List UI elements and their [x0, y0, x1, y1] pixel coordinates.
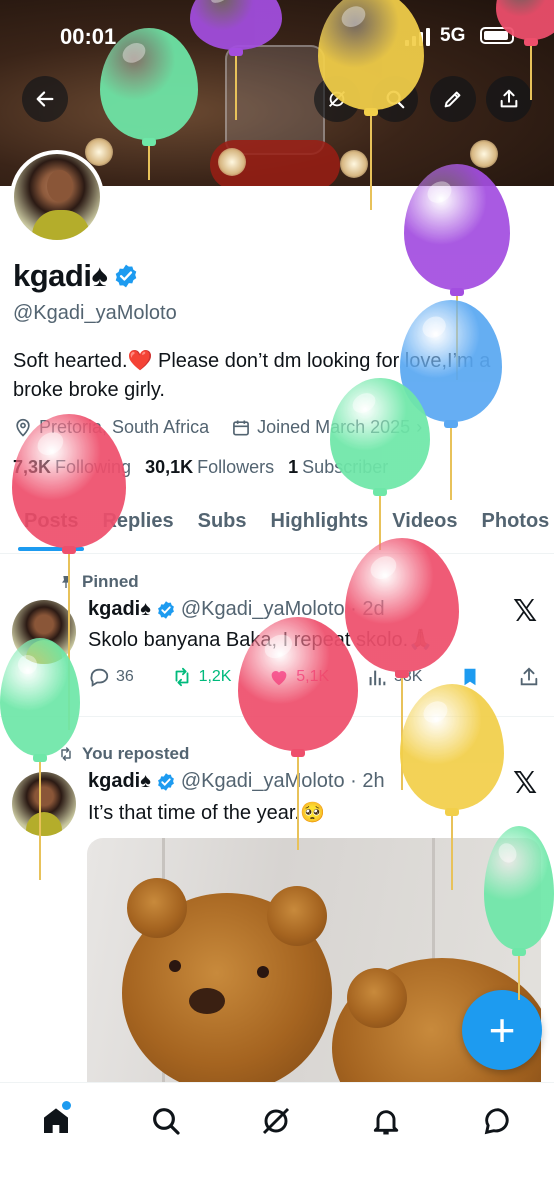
- profile-stats: 7,3K Following 30,1K Followers 1 Subscriber: [13, 457, 388, 478]
- calendar-icon: [233, 420, 250, 435]
- profile-location: Pretoria, South Africa: [13, 417, 209, 438]
- verified-badge-icon: [157, 600, 174, 619]
- tweet-avatar[interactable]: [12, 772, 76, 836]
- nav-grok[interactable]: [258, 1103, 294, 1139]
- search-icon: [386, 90, 405, 109]
- tab-posts[interactable]: Posts: [17, 500, 85, 553]
- profile-handle: @Kgadi_yaMoloto: [13, 302, 177, 324]
- bottom-navigation: [0, 1082, 554, 1200]
- tab-subs[interactable]: Subs: [198, 500, 247, 553]
- pinned-label: Pinned: [58, 572, 139, 592]
- tab-videos[interactable]: Videos: [392, 500, 457, 553]
- teddy-ear: [267, 886, 327, 946]
- status-bar: 00:01 5G: [0, 18, 554, 58]
- repost-context-label: You reposted: [58, 744, 189, 764]
- profile-bio: Soft hearted.❤️ Please don’t dm looking …: [13, 350, 491, 401]
- joined-text: Joined March 2025: [257, 417, 411, 437]
- tweet-handle-time: @Kgadi_yaMoloto · 2d: [180, 598, 385, 620]
- battery-icon: [480, 27, 514, 44]
- like-button[interactable]: 5,1K: [268, 666, 329, 688]
- messages-icon: [484, 1108, 509, 1135]
- profile-name: kgadi♠: [13, 258, 108, 293]
- followers-link[interactable]: 30,1K Followers: [145, 457, 274, 478]
- nav-messages[interactable]: [480, 1103, 516, 1139]
- banner-light: [470, 140, 498, 168]
- teddy-nose: [189, 988, 225, 1014]
- share-icon: [520, 667, 538, 686]
- banner-light: [218, 148, 246, 176]
- repost-icon: [175, 667, 188, 687]
- tweet-divider: [0, 716, 554, 717]
- profile-joined: Joined March 2025 ›: [231, 417, 422, 438]
- tweet-text: It’s that time of the year.🥺: [88, 802, 325, 824]
- location-pin-icon: [16, 418, 30, 437]
- grok-icon: [262, 1107, 290, 1135]
- teddy-eye: [257, 966, 269, 978]
- status-time: 00:01: [60, 24, 117, 49]
- location-text: Pretoria, South Africa: [39, 417, 210, 437]
- bookmark-button[interactable]: [459, 666, 481, 688]
- tweet-handle-time: @Kgadi_yaMoloto · 2h: [180, 770, 385, 792]
- repost-button[interactable]: 1,2K: [171, 666, 231, 688]
- nav-search[interactable]: [148, 1103, 184, 1139]
- following-link[interactable]: 7,3K Following: [13, 457, 131, 478]
- share-post-button[interactable]: [518, 666, 540, 688]
- search-button[interactable]: [372, 76, 418, 122]
- network-type: 5G: [440, 25, 466, 46]
- profile-avatar[interactable]: [10, 150, 104, 244]
- subscribers-link[interactable]: 1 Subscriber: [288, 457, 388, 478]
- avatar-face: [47, 170, 73, 202]
- nav-home[interactable]: [38, 1101, 74, 1139]
- back-button[interactable]: [22, 76, 68, 122]
- edit-button[interactable]: [430, 76, 476, 122]
- tweet-header: kgadi♠ @Kgadi_yaMoloto · 2d: [88, 598, 385, 621]
- views-chart-icon: [369, 670, 386, 686]
- edit-icon: [444, 91, 461, 108]
- views-button[interactable]: 38K: [366, 666, 422, 688]
- notification-dot: [62, 1101, 71, 1110]
- signal-icon: [405, 28, 430, 46]
- grok-icon: [329, 91, 345, 107]
- profile-name-row: kgadi♠: [13, 258, 139, 294]
- grok-button[interactable]: [314, 76, 360, 122]
- tab-highlights[interactable]: Highlights: [271, 500, 369, 553]
- x-logo-icon[interactable]: 𝕏: [513, 594, 537, 629]
- tweet-text: Skolo banyana Baka, I repeat skolo.🙏🏾: [88, 629, 434, 651]
- profile-meta: Pretoria, South Africa Joined March 2025…: [13, 417, 422, 438]
- nav-notifications[interactable]: [368, 1103, 404, 1139]
- compose-post-button[interactable]: +: [462, 990, 542, 1070]
- verified-badge-icon[interactable]: [113, 263, 139, 289]
- tab-photos[interactable]: Photos: [482, 500, 550, 553]
- chevron-right-icon[interactable]: ›: [416, 417, 422, 438]
- tweet-avatar[interactable]: [12, 600, 76, 664]
- x-logo-icon[interactable]: 𝕏: [513, 766, 537, 801]
- tweet-header: kgadi♠ @Kgadi_yaMoloto · 2h: [88, 770, 385, 793]
- teddy-eye: [169, 960, 181, 972]
- tweet-author-name[interactable]: kgadi♠: [88, 770, 151, 793]
- tweet-author-name[interactable]: kgadi♠: [88, 598, 151, 621]
- banner-glass: [225, 45, 325, 155]
- reply-icon: [90, 668, 109, 687]
- profile-tabs: Posts Replies Subs Highlights Videos Pho…: [0, 500, 554, 554]
- verified-badge-icon: [157, 772, 174, 791]
- bookmark-filled-icon: [464, 668, 476, 686]
- repost-icon: [61, 747, 71, 761]
- tab-replies[interactable]: Replies: [102, 500, 173, 553]
- pin-icon: [62, 576, 70, 588]
- banner-light: [340, 150, 368, 178]
- share-icon: [500, 89, 518, 108]
- notifications-icon: [373, 1110, 399, 1135]
- search-icon: [153, 1108, 180, 1135]
- reply-button[interactable]: 36: [88, 666, 134, 688]
- tweet-actions: 36 1,2K 5,1K 38K: [88, 666, 540, 688]
- teddy-ear: [347, 968, 407, 1028]
- teddy-ear: [127, 878, 187, 938]
- back-arrow-icon: [36, 91, 54, 107]
- avatar-sweater: [32, 210, 90, 240]
- share-button[interactable]: [486, 76, 532, 122]
- heart-icon: [271, 671, 287, 686]
